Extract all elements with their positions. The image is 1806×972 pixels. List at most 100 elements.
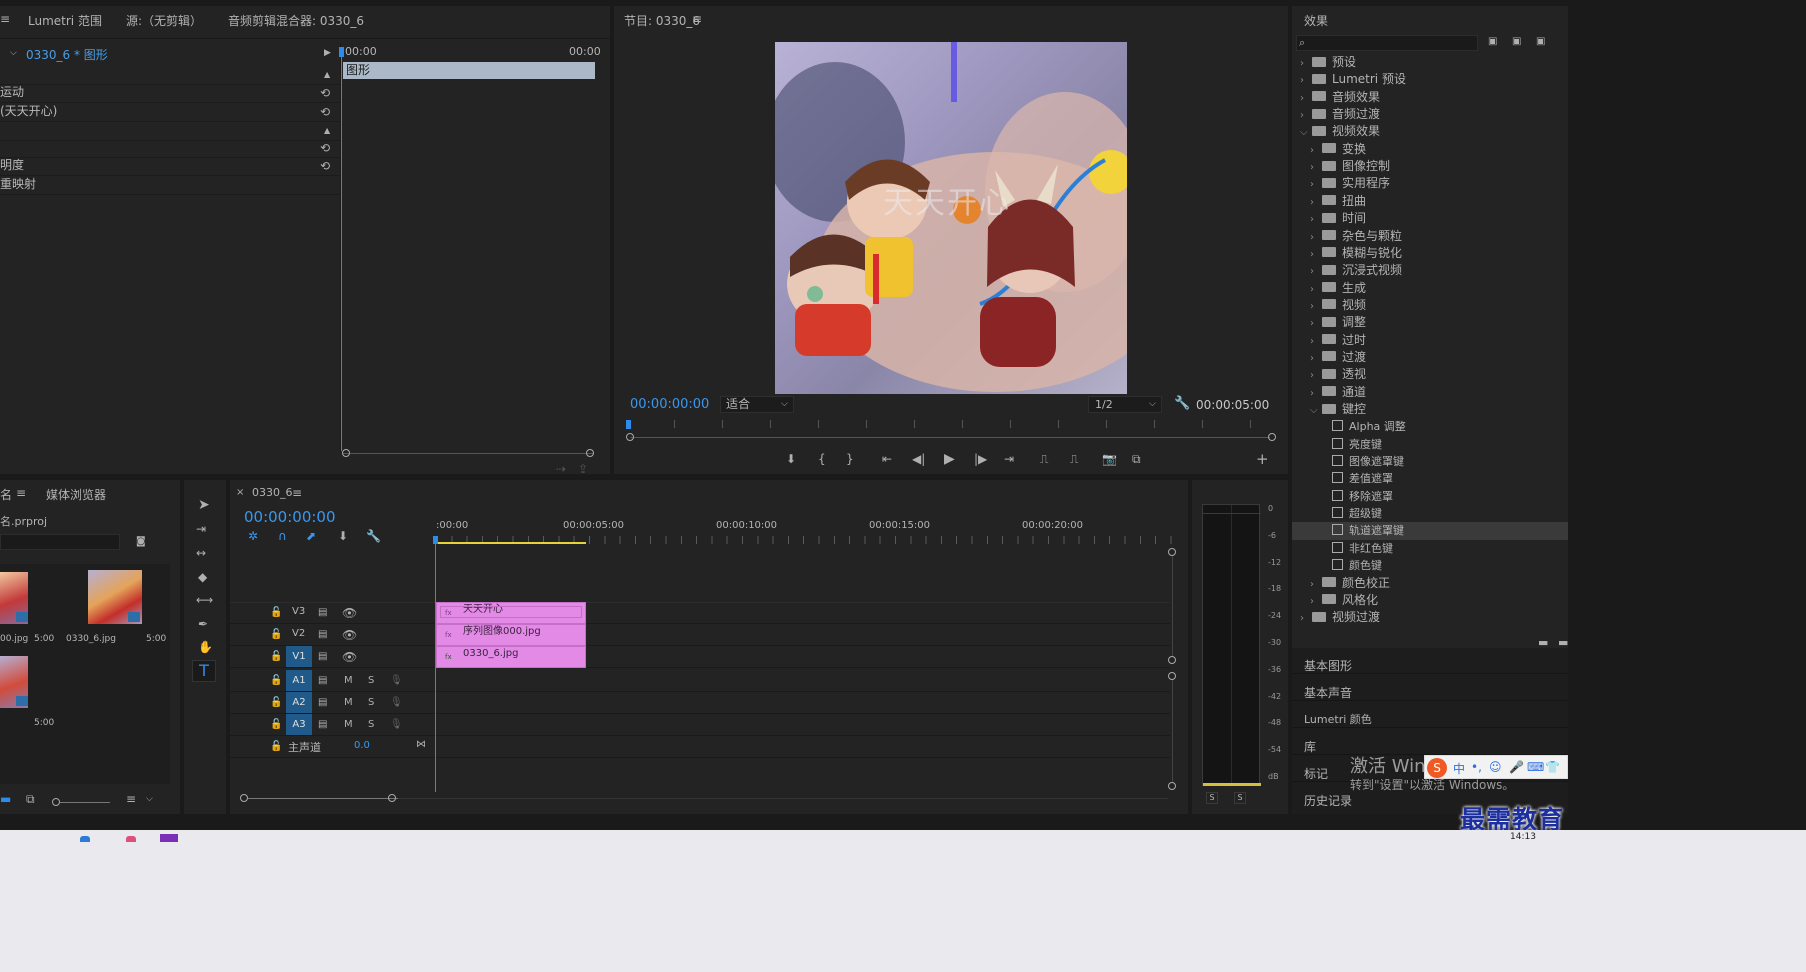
effects-search-input[interactable]: ⌕ <box>1296 35 1478 51</box>
lock-icon[interactable]: 🔓 <box>270 650 282 664</box>
effects-effect-item[interactable]: 移除遮罩 <box>1292 488 1568 505</box>
effects-folder-item[interactable]: › 扭曲 <box>1292 193 1568 210</box>
program-scrub-bar[interactable] <box>626 420 1276 442</box>
track-v1[interactable]: 🔓 V1 ▤ 👁 <box>230 646 1170 668</box>
taskbar-app-icon[interactable] <box>80 836 90 842</box>
effects-effect-item[interactable]: 差值遮罩 <box>1292 470 1568 487</box>
tab-media-browser[interactable]: 媒体浏览器 <box>46 486 106 503</box>
mic-icon[interactable]: 🎙 <box>390 674 403 688</box>
reset-icon[interactable]: ⟲ <box>320 141 330 155</box>
ec-zoom-scrollbar[interactable] <box>342 449 594 457</box>
add-button-icon[interactable]: + <box>1256 452 1269 467</box>
type-tool-icon[interactable]: T <box>192 660 216 682</box>
sync-lock-icon[interactable]: ▤ <box>318 696 327 710</box>
effects-folder-item[interactable]: › 视频 <box>1292 297 1568 314</box>
effects-effect-item[interactable]: 颜色键 <box>1292 557 1568 574</box>
export-icon[interactable]: ⇪ <box>578 462 588 476</box>
taskbar-clock[interactable]: 14:13 <box>1510 832 1536 842</box>
chevron-right-icon[interactable]: › <box>1310 593 1322 610</box>
chevron-down-icon[interactable]: ⌵ <box>1300 124 1312 141</box>
effects-folder-item[interactable]: › 通道 <box>1292 384 1568 401</box>
play-arrow-icon[interactable]: ▶ <box>324 46 331 60</box>
timeline-settings-icon[interactable]: 🔧 <box>366 529 381 543</box>
effects-folder-item[interactable]: › 时间 <box>1292 210 1568 227</box>
effects-effect-item[interactable]: 图像遮罩键 <box>1292 453 1568 470</box>
vertical-scroll-handle[interactable] <box>1168 548 1176 556</box>
clip-title[interactable]: fx 天天开心 <box>436 602 586 624</box>
lock-icon[interactable]: 🔓 <box>270 628 282 642</box>
ec-clip-bar[interactable]: 图形 <box>343 62 595 79</box>
taskbar-app-icon[interactable] <box>160 834 178 842</box>
thumbnail-item[interactable]: 5:00 <box>0 656 56 740</box>
sort-icon[interactable]: ≡ <box>126 792 136 806</box>
sync-lock-icon[interactable]: ▤ <box>318 674 327 688</box>
chevron-right-icon[interactable]: › <box>1310 176 1322 193</box>
ec-playhead-handle[interactable] <box>339 47 344 57</box>
comparison-view-icon[interactable]: ⧉ <box>1132 452 1141 466</box>
taskbar-app-icon[interactable] <box>126 836 136 842</box>
freeform-view-icon[interactable]: ⧉ <box>26 792 35 806</box>
effects-folder-item[interactable]: › 图像控制 <box>1292 158 1568 175</box>
effects-folder-item[interactable]: › 生成 <box>1292 280 1568 297</box>
lock-icon[interactable]: 🔓 <box>270 696 282 710</box>
clip-path-label[interactable]: 0330_6 * 图形 <box>26 46 108 63</box>
chevron-right-icon[interactable]: › <box>1300 72 1312 89</box>
effects-folder-item[interactable]: › 模糊与锐化 <box>1292 245 1568 262</box>
side-panel-lumetri-color[interactable]: Lumetri 颜色 <box>1292 702 1568 728</box>
sync-lock-icon[interactable]: ▤ <box>318 628 327 642</box>
solo-icon[interactable]: S <box>368 696 374 710</box>
chevron-right-icon[interactable]: › <box>1310 333 1322 350</box>
wrench-icon[interactable]: 🔧 <box>1174 397 1190 411</box>
solo-right-button[interactable]: S <box>1234 792 1246 804</box>
work-area-bar[interactable] <box>436 542 586 544</box>
selection-tool-icon[interactable]: ➤ <box>198 498 210 512</box>
ime-skin-icon[interactable]: 👕 <box>1545 760 1560 774</box>
overlay-title-text[interactable]: 天天开心 <box>883 178 1011 222</box>
chevron-right-icon[interactable]: › <box>1300 610 1312 627</box>
effects-effect-item[interactable]: 非红色键 <box>1292 540 1568 557</box>
effects-folder-item[interactable]: › 过渡 <box>1292 349 1568 366</box>
ime-voice-icon[interactable]: 🎤 <box>1509 760 1524 774</box>
mute-icon[interactable]: M <box>344 696 353 710</box>
chevron-right-icon[interactable]: › <box>1310 367 1322 384</box>
ripple-edit-tool-icon[interactable]: ↔ <box>196 546 206 560</box>
chevron-right-icon[interactable]: › <box>1310 142 1322 159</box>
track-select-tool-icon[interactable]: ⇥ <box>196 522 206 536</box>
chevron-right-icon[interactable]: › <box>1310 211 1322 228</box>
timeline-tab[interactable]: 0330_6 <box>252 486 293 499</box>
chevron-down-icon[interactable]: ⌵ <box>1310 402 1322 419</box>
chevron-right-icon[interactable]: › <box>1310 194 1322 211</box>
chevron-right-icon[interactable]: › <box>1310 246 1322 263</box>
solo-icon[interactable]: S <box>368 718 374 732</box>
sync-lock-icon[interactable]: ▤ <box>318 718 327 732</box>
menu-icon[interactable]: ≡ <box>292 486 302 500</box>
effects-folder-item[interactable]: › 风格化 <box>1292 592 1568 609</box>
chevron-right-icon[interactable]: › <box>1310 315 1322 332</box>
32bit-effects-icon[interactable]: ▣ <box>1512 35 1521 49</box>
effects-folder-item[interactable]: › 变换 <box>1292 141 1568 158</box>
timeline-timecode[interactable]: 00:00:00:00 <box>244 508 336 526</box>
nest-icon[interactable]: ✲ <box>248 529 258 543</box>
sync-lock-icon[interactable]: ▤ <box>318 650 327 664</box>
effect-row-motion[interactable]: 运动 ⟲ <box>0 82 340 103</box>
effects-folder-item[interactable]: › 透视 <box>1292 366 1568 383</box>
chevron-right-icon[interactable]: › <box>1310 576 1322 593</box>
mute-icon[interactable]: M <box>344 674 353 688</box>
list-view-icon[interactable]: ▬ <box>0 792 11 806</box>
track-target-a2[interactable]: A2 <box>286 692 312 713</box>
menu-icon[interactable]: ≡ <box>692 12 702 26</box>
fit-dropdown[interactable]: 适合 ⌵ <box>720 396 794 413</box>
chevron-right-icon[interactable]: › <box>1310 281 1322 298</box>
export-frame-icon[interactable]: 📷 <box>1102 452 1117 466</box>
side-panel-essential-sound[interactable]: 基本声音 <box>1292 675 1568 701</box>
effects-folder-item[interactable]: › 过时 <box>1292 332 1568 349</box>
ec-playhead[interactable] <box>341 47 342 451</box>
thumbnail-item[interactable]: 00.jpg 5:00 <box>0 564 56 648</box>
go-to-in-icon[interactable]: ⇤ <box>882 452 892 466</box>
effects-folder-item[interactable]: ⌵ 视频效果 <box>1292 123 1568 140</box>
mic-icon[interactable]: 🎙 <box>390 696 403 710</box>
menu-icon[interactable]: ≡ <box>16 486 26 500</box>
find-icon[interactable]: ◙ <box>136 535 146 549</box>
eye-icon[interactable]: 👁 <box>342 650 357 664</box>
tab-source[interactable]: 源:（无剪辑） <box>126 12 202 29</box>
